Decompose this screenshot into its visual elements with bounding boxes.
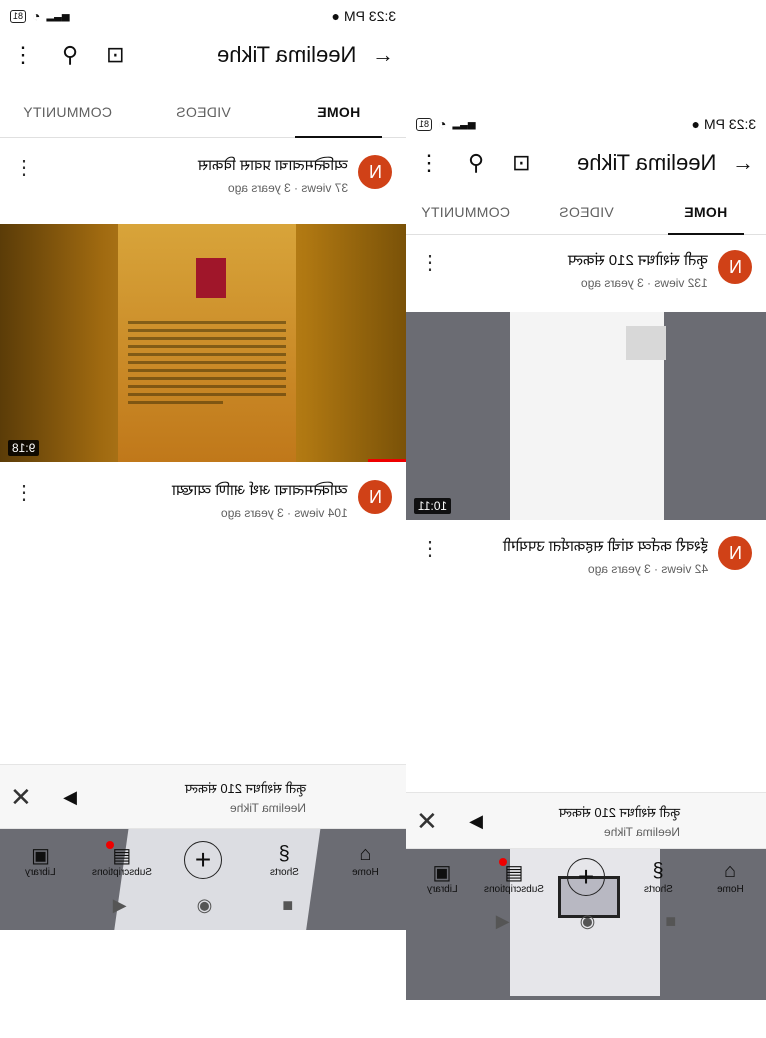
channel-title: Neelima Tikhe xyxy=(216,42,356,67)
video-row[interactable]: ⋮ व्यक्तिमत्वाचा प्रवास विकास 37 views ·… xyxy=(0,145,406,213)
player-thumbnail xyxy=(680,793,766,849)
more-options-icon[interactable]: ⋮ xyxy=(420,250,440,275)
main-screen: 81 ◔ ▂▃▅ ● 3:23 PM ⋮ ⚲ ⊡ Neelima Tikhe →… xyxy=(0,0,406,930)
do-not-disturb-icon: ● xyxy=(331,8,340,24)
player-channel: Neelima Tikhe xyxy=(229,801,306,815)
home-button-icon[interactable]: ◉ xyxy=(580,911,596,932)
subscriptions-icon: ▤ xyxy=(106,840,131,867)
subscriptions-icon: ▤ xyxy=(498,857,523,884)
player-thumbnail xyxy=(306,765,406,829)
signal-icon: ▂▃▅ xyxy=(46,10,70,22)
status-time: 3:23 PM xyxy=(703,116,756,132)
signal-icon: ▂▃▅ xyxy=(452,118,476,130)
tab-videos[interactable]: VIDEOS xyxy=(526,190,646,234)
status-bar: 81 ◔ ▂▃▅ ● 3:23 PM xyxy=(406,108,766,140)
portrait-photo xyxy=(196,258,226,298)
tab-home[interactable]: HOME xyxy=(271,87,406,138)
channel-toolbar: ⋮ ⚲ ⊡ Neelima Tikhe → xyxy=(406,140,766,186)
video-title: व्यक्तिमत्वाचा अर्थ आणि व्याख्या xyxy=(172,482,348,499)
more-options-icon[interactable]: ⋮ xyxy=(418,150,440,176)
channel-tabs: COMMUNITY VIDEOS HOME xyxy=(406,190,766,235)
channel-tabs: COMMUNITY VIDEOS HOME xyxy=(0,87,406,138)
video-thumbnail[interactable]: 10:11 xyxy=(406,312,766,520)
video-duration: 10:11 xyxy=(414,498,452,514)
avatar[interactable]: N xyxy=(358,155,392,189)
tab-community[interactable]: COMMUNITY xyxy=(406,190,526,234)
mini-player[interactable]: ✕ ◀ कृती संशोधन 210 संकल्प Neelima Tikhe xyxy=(0,764,406,829)
more-options-icon[interactable]: ⋮ xyxy=(14,155,34,180)
battery-icon: 81 xyxy=(10,9,27,23)
avatar[interactable]: N xyxy=(718,536,752,570)
play-icon[interactable]: ◀ xyxy=(50,787,90,808)
back-arrow-icon[interactable]: → xyxy=(732,150,754,176)
nav-create[interactable]: + xyxy=(550,849,622,905)
tab-community[interactable]: COMMUNITY xyxy=(0,87,135,137)
video-stats: 37 views · 3 years ago xyxy=(227,181,348,195)
more-options-icon[interactable]: ⋮ xyxy=(14,480,34,505)
shorts-icon: § xyxy=(652,859,664,882)
battery-icon: 81 xyxy=(416,117,433,131)
back-button-icon[interactable]: ■ xyxy=(665,911,676,932)
nav-library[interactable]: ▣ Library xyxy=(406,849,478,905)
more-options-icon[interactable]: ⋮ xyxy=(420,536,440,561)
recent-apps-icon[interactable]: ▶ xyxy=(496,911,510,932)
nav-home[interactable]: ⌂ Home xyxy=(694,849,766,905)
home-button-icon[interactable]: ◉ xyxy=(197,895,213,916)
video-duration: 9:18 xyxy=(8,440,40,456)
create-icon: + xyxy=(567,858,605,896)
bottom-navigation: ▣ Library ▤ Subscriptions + § Shorts ⌂ Home xyxy=(406,848,766,905)
shorts-icon: § xyxy=(278,842,290,865)
nav-shorts[interactable]: § Shorts xyxy=(622,849,694,905)
recent-apps-icon[interactable]: ▶ xyxy=(113,895,127,916)
system-navigation: ▶ ◉ ■ xyxy=(0,880,406,930)
library-icon: ▣ xyxy=(31,844,51,867)
library-icon: ▣ xyxy=(432,861,452,884)
video-title: व्यक्तिमत्वाचा प्रवास विकास xyxy=(198,157,348,174)
back-arrow-icon[interactable]: → xyxy=(372,42,394,68)
inset-screen: 81 ◔ ▂▃▅ ● 3:23 PM ⋮ ⚲ ⊡ Neelima Tikhe →… xyxy=(406,108,766,1038)
home-icon: ⌂ xyxy=(359,842,372,865)
avatar[interactable]: N xyxy=(718,250,752,284)
video-row[interactable]: ⋮ ईश्वरी कर्तव्य यांची सहकार्यता उपयोगी … xyxy=(406,526,766,594)
back-button-icon[interactable]: ■ xyxy=(282,895,293,916)
play-icon[interactable]: ◀ xyxy=(456,811,496,832)
video-stats: 104 views · 3 years ago xyxy=(221,506,348,520)
avatar[interactable]: N xyxy=(358,480,392,514)
tab-home[interactable]: HOME xyxy=(646,190,766,235)
page-text-lines xyxy=(128,316,286,409)
video-row[interactable]: ⋮ कृती संशोधन 210 संकल्प 132 views · 3 y… xyxy=(406,240,766,308)
tab-videos[interactable]: VIDEOS xyxy=(135,87,270,137)
wifi-icon: ◔ xyxy=(32,8,41,24)
system-navigation: ▶ ◉ ■ xyxy=(406,904,766,938)
video-stats: 132 views · 3 years ago xyxy=(581,276,708,290)
status-bar: 81 ◔ ▂▃▅ ● 3:23 PM xyxy=(0,0,406,32)
search-icon[interactable]: ⚲ xyxy=(62,42,78,68)
mini-player[interactable]: ✕ ◀ कृती संशोधन 210 संकल्प Neelima Tikhe xyxy=(406,792,766,849)
video-row[interactable]: ⋮ व्यक्तिमत्वाचा अर्थ आणि व्याख्या 104 v… xyxy=(0,470,406,538)
video-stats: 42 views · 3 years ago xyxy=(587,562,708,576)
channel-toolbar: ⋮ ⚲ ⊡ Neelima Tikhe → xyxy=(0,32,406,78)
create-icon: + xyxy=(184,841,222,879)
watch-progress-bar xyxy=(368,459,406,462)
video-title: कृती संशोधन 210 संकल्प xyxy=(568,252,708,269)
close-icon[interactable]: ✕ xyxy=(416,806,456,837)
more-options-icon[interactable]: ⋮ xyxy=(12,42,34,68)
cast-icon[interactable]: ⊡ xyxy=(106,42,124,68)
video-title: ईश्वरी कर्तव्य यांची सहकार्यता उपयोगी xyxy=(503,538,708,555)
cast-icon[interactable]: ⊡ xyxy=(512,150,530,176)
channel-title: Neelima Tikhe xyxy=(576,150,716,175)
wifi-icon: ◔ xyxy=(438,116,447,132)
home-icon: ⌂ xyxy=(723,859,737,882)
player-channel: Neelima Tikhe xyxy=(603,825,680,839)
search-icon[interactable]: ⚲ xyxy=(468,150,484,176)
player-title: कृती संशोधन 210 संकल्प xyxy=(558,805,680,820)
video-thumbnail[interactable]: 9:18 xyxy=(0,224,406,462)
close-icon[interactable]: ✕ xyxy=(10,782,50,813)
nav-subscriptions[interactable]: ▤ Subscriptions xyxy=(478,849,550,905)
status-time: 3:23 PM xyxy=(343,8,396,24)
player-title: कृती संशोधन 210 संकल्प xyxy=(184,781,306,796)
do-not-disturb-icon: ● xyxy=(691,116,700,132)
